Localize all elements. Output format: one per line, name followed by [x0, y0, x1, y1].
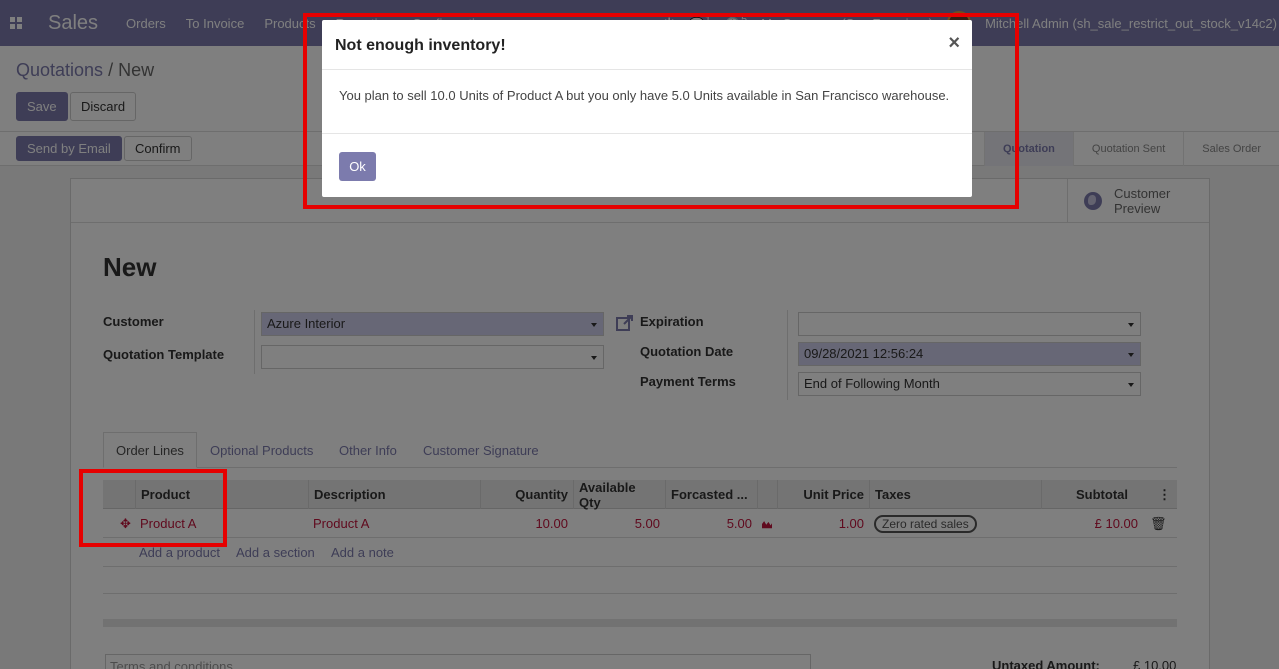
- highlight-box-dialog: [303, 13, 1019, 209]
- highlight-box-product: [79, 469, 227, 547]
